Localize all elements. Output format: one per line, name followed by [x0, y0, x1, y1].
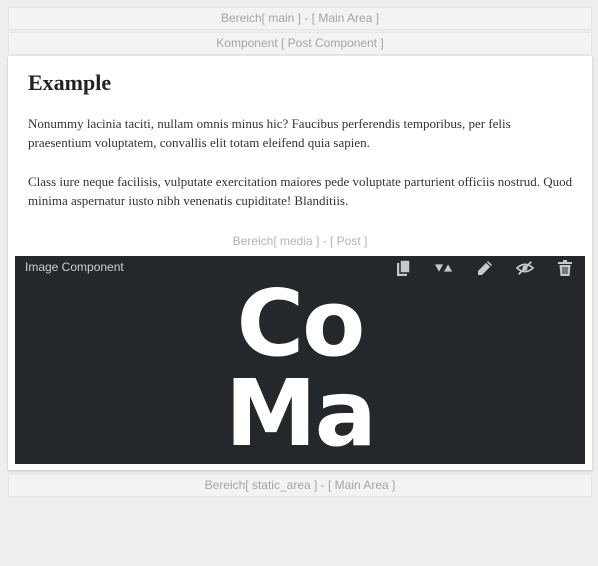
area-main-label: Bereich[ main ] - [ Main Area ] — [8, 7, 592, 30]
post-component: Example Nonummy lacinia taciti, nullam o… — [8, 56, 592, 470]
area-media-label: Bereich[ media ] - [ Post ] — [232, 234, 368, 248]
logo-line-1: Co — [236, 270, 366, 377]
move-icon[interactable] — [435, 259, 453, 277]
delete-icon[interactable] — [556, 259, 574, 277]
copy-icon[interactable] — [395, 259, 413, 277]
edit-icon[interactable] — [476, 259, 494, 277]
area-static-label: Bereich[ static_area ] - [ Main Area ] — [8, 474, 592, 497]
hide-icon[interactable] — [516, 259, 534, 277]
post-paragraph: Nonummy lacinia taciti, nullam omnis min… — [28, 116, 511, 150]
logo-line-2: Ma — [225, 360, 377, 464]
post-title: Example — [28, 70, 112, 95]
coma-logo: Co Ma — [15, 276, 585, 464]
post-component-label: Komponent [ Post Component ] — [8, 32, 592, 55]
post-paragraph: Class iure neque facilisis, vulputate ex… — [28, 174, 573, 208]
image-component[interactable]: Image Component Co Ma — [15, 256, 585, 464]
image-component-title: Image Component — [25, 260, 124, 274]
